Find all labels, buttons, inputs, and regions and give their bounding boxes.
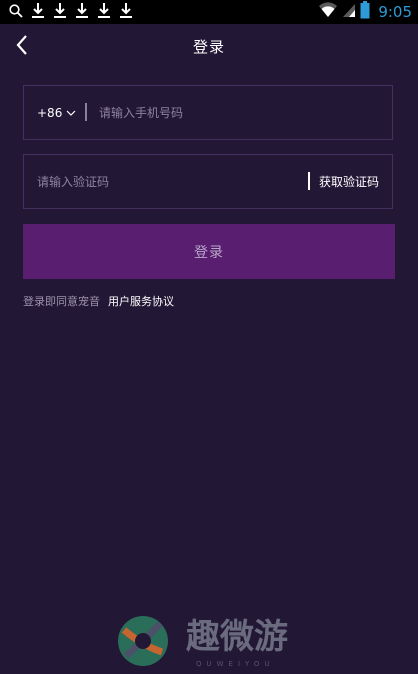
login-button[interactable]: 登录	[23, 224, 395, 279]
verification-code-input[interactable]	[37, 170, 297, 194]
country-code-selector[interactable]: +86	[37, 103, 76, 123]
download-icon	[97, 2, 111, 22]
status-system: 9:05	[318, 1, 412, 23]
chevron-down-icon	[66, 106, 76, 120]
get-code-button[interactable]: 获取验证码	[319, 172, 379, 192]
page-title: 登录	[192, 38, 225, 56]
status-notifications	[9, 3, 133, 21]
title-bar: 登录	[0, 24, 418, 70]
field-divider	[308, 172, 310, 190]
country-code-label: +86	[37, 106, 63, 120]
status-bar: 9:05	[0, 0, 418, 24]
battery-icon	[360, 1, 370, 23]
agreement: 登录即同意宠音 用户服务协议	[23, 293, 174, 311]
wifi-icon	[318, 2, 338, 22]
user-agreement-link[interactable]: 用户服务协议	[108, 295, 174, 308]
watermark-subtext: QUWEIYOU	[196, 660, 275, 668]
status-time: 9:05	[378, 3, 412, 21]
phone-input[interactable]	[99, 101, 379, 125]
download-icon	[53, 2, 67, 22]
search-icon	[9, 3, 23, 22]
phone-field: +86	[23, 85, 393, 140]
watermark-text: 趣微游	[186, 617, 288, 657]
agreement-prefix: 登录即同意宠音	[23, 295, 100, 308]
download-icon	[119, 2, 133, 22]
watermark-logo	[118, 616, 168, 666]
download-icon	[75, 2, 89, 22]
verification-code-field: 获取验证码	[23, 154, 393, 209]
signal-icon	[342, 2, 356, 22]
download-icon	[31, 2, 45, 22]
watermark: 趣微游 QUWEIYOU	[116, 612, 308, 670]
field-divider	[85, 103, 87, 121]
